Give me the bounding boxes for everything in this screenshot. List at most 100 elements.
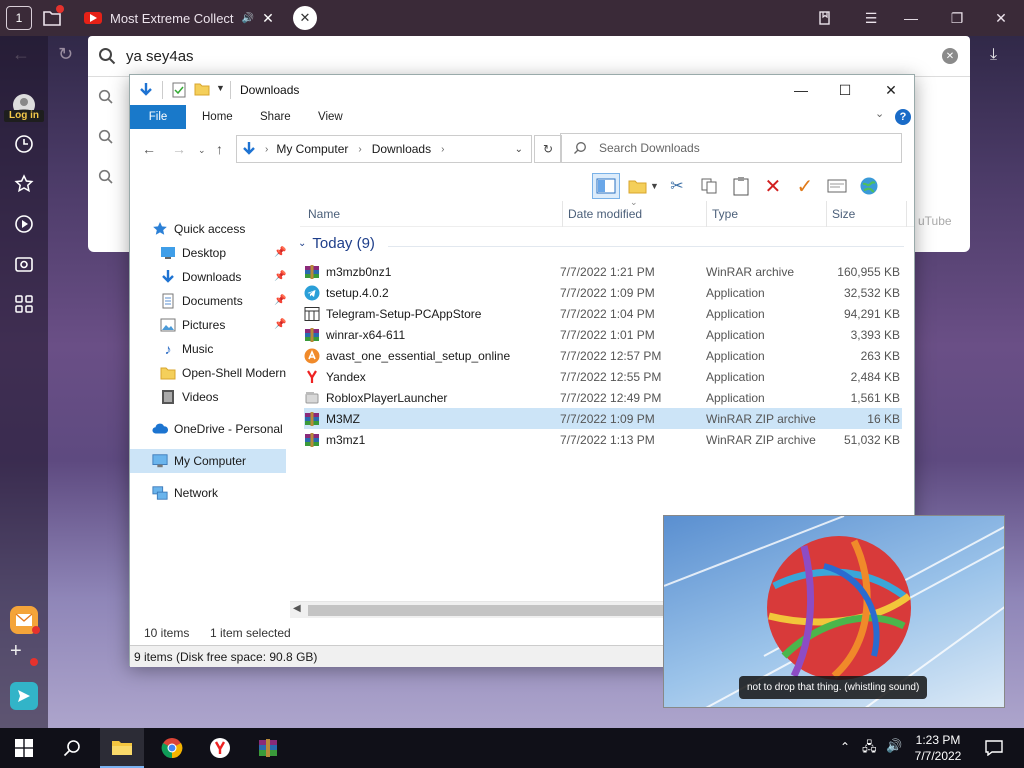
column-name[interactable]: Name [308, 207, 340, 221]
file-row[interactable]: winrar-x64-611 7/7/2022 1:01 PM Applicatio… [304, 324, 902, 345]
search-downloads-field[interactable]: Search Downloads [560, 133, 902, 163]
up-arrow-icon[interactable]: ↑ [216, 141, 223, 157]
add-panel-icon[interactable]: + [10, 640, 22, 663]
breadcrumb-downloads[interactable]: Downloads [372, 142, 431, 156]
nav-downloads[interactable]: Downloads [160, 265, 241, 289]
clear-search-icon[interactable]: ✕ [942, 48, 958, 64]
taskbar-yandex-icon[interactable] [198, 728, 242, 768]
explorer-maximize-icon[interactable]: ☐ [822, 75, 868, 105]
column-size[interactable]: Size [832, 207, 855, 221]
file-row[interactable]: m3mz1 7/7/2022 1:13 PM WinRAR ZIP archive 5… [304, 429, 902, 450]
explorer-title-bar[interactable]: ▼ Downloads — ☐ ✕ [130, 75, 914, 105]
explorer-minimize-icon[interactable]: — [778, 75, 824, 105]
address-input[interactable]: ya sey4as [126, 48, 942, 65]
nav-documents[interactable]: Documents [160, 289, 243, 313]
screenshot-camera-icon[interactable] [10, 250, 38, 278]
home-tab-button[interactable]: 1 [6, 6, 32, 30]
apps-grid-icon[interactable] [10, 290, 38, 318]
forward-arrow-icon[interactable]: → [172, 141, 186, 157]
file-row[interactable]: tsetup.4.0.2 7/7/2022 1:09 PM Application 3… [304, 282, 902, 303]
nav-videos[interactable]: Videos [160, 385, 218, 409]
file-row[interactable]: m3mzb0nz1 7/7/2022 1:21 PM WinRAR archive 1… [304, 261, 902, 282]
scrollbar-thumb[interactable] [308, 605, 664, 616]
chevron-up-icon[interactable]: ⌃ [840, 740, 850, 754]
address-bar[interactable]: ya sey4as ✕ [88, 36, 970, 76]
taskbar-clock[interactable]: 1:23 PM 7/7/2022 [908, 732, 968, 764]
address-history-dropdown-icon[interactable]: ⌄ [515, 144, 523, 155]
nav-pictures[interactable]: Pictures [160, 313, 225, 337]
file-row[interactable]: RobloxPlayerLauncher 7/7/2022 12:49 PM App… [304, 387, 902, 408]
rename-check-icon[interactable]: ✓ [791, 173, 819, 199]
preview-pane-icon[interactable] [592, 173, 620, 199]
network-tray-icon[interactable]: 🖧 [862, 738, 877, 760]
globe-network-icon[interactable] [855, 173, 883, 199]
recent-locations-icon[interactable]: ⌄ [198, 145, 206, 156]
breadcrumb-my-computer[interactable]: My Computer [276, 142, 348, 156]
help-icon[interactable]: ? [895, 109, 911, 125]
back-arrow-icon[interactable]: ← [142, 141, 156, 157]
column-date-modified[interactable]: Date modified [568, 207, 642, 221]
restore-icon[interactable]: ❐ [944, 6, 970, 30]
new-folder-icon[interactable] [194, 82, 210, 96]
delete-x-icon[interactable]: ✕ [759, 173, 787, 199]
nav-onedrive[interactable]: OneDrive - Personal [152, 417, 283, 441]
file-row[interactable]: Yandex 7/7/2022 12:55 PM Application 2,484 … [304, 366, 902, 387]
paste-icon[interactable] [727, 173, 755, 199]
new-folder-toolbar-icon[interactable] [624, 173, 652, 199]
copy-icon[interactable] [695, 173, 723, 199]
refresh-icon[interactable]: ↻ [534, 135, 562, 163]
bookmark-icon[interactable] [812, 6, 838, 30]
messenger-send-icon[interactable] [10, 682, 38, 710]
file-row[interactable]: M3MZ 7/7/2022 1:09 PM WinRAR ZIP archive 16… [304, 408, 902, 429]
picture-in-picture-video[interactable]: not to drop that thing. (whistling sound… [663, 515, 1005, 708]
taskbar-file-explorer-icon[interactable] [100, 728, 144, 768]
nav-network[interactable]: Network [152, 481, 218, 505]
scroll-left-icon[interactable]: ◀ [293, 603, 301, 614]
pin-icon[interactable]: 📌 [274, 247, 286, 258]
close-window-icon[interactable]: ✕ [988, 6, 1014, 30]
pin-icon[interactable]: 📌 [274, 295, 286, 306]
properties-icon[interactable] [823, 173, 851, 199]
group-header-today[interactable]: ⌄ Today (9) [298, 235, 375, 252]
taskbar-chrome-icon[interactable] [150, 728, 194, 768]
tab-share[interactable]: Share [244, 105, 307, 129]
file-row[interactable]: Telegram-Setup-PCAppStore 7/7/2022 1:04 P… [304, 303, 902, 324]
column-type[interactable]: Type [712, 207, 738, 221]
menu-icon[interactable]: ☰ [858, 6, 884, 30]
close-tab-icon[interactable]: ✕ [260, 10, 276, 27]
taskbar-winrar-icon[interactable] [246, 728, 290, 768]
pin-icon[interactable]: 📌 [274, 319, 286, 330]
minimize-icon[interactable]: — [898, 6, 924, 30]
nav-my-computer[interactable]: My Computer [152, 449, 246, 473]
notifications-icon[interactable] [972, 728, 1016, 768]
taskbar-search-icon[interactable] [50, 728, 94, 768]
new-folder-dropdown-icon[interactable]: ▼ [650, 181, 659, 191]
nav-quick-access[interactable]: Quick access [152, 217, 245, 241]
tab-home[interactable]: Home [186, 105, 249, 129]
ribbon-expand-icon[interactable]: ⌄ [875, 107, 884, 120]
pin-icon[interactable]: 📌 [274, 271, 286, 282]
download-icon[interactable]: ⤓ [990, 46, 997, 64]
tab-file[interactable]: File [130, 105, 186, 129]
windows-start-icon[interactable] [2, 728, 46, 768]
explorer-close-icon[interactable]: ✕ [868, 75, 914, 105]
properties-checkbox-icon[interactable] [172, 82, 186, 98]
volume-icon[interactable]: 🔊 [886, 738, 902, 754]
address-breadcrumb[interactable]: › My Computer › Downloads › ⌄ [236, 135, 532, 163]
star-icon[interactable] [10, 170, 38, 198]
tab-youtube[interactable]: Most Extreme Collect 🔊 ✕ [84, 5, 276, 31]
horizontal-scrollbar[interactable]: ◀ [290, 601, 664, 618]
tab-view[interactable]: View [302, 105, 359, 129]
speaker-icon[interactable]: 🔊 [242, 13, 254, 24]
close-circle-icon[interactable]: ✕ [293, 6, 317, 30]
nav-open-shell[interactable]: Open-Shell Modern [160, 361, 286, 385]
quick-access-down-arrow-icon[interactable] [138, 82, 154, 98]
nav-desktop[interactable]: Desktop [160, 241, 226, 265]
history-clock-icon[interactable] [10, 130, 38, 158]
mail-icon[interactable] [10, 606, 40, 634]
cut-scissors-icon[interactable]: ✂ [663, 173, 691, 199]
media-play-icon[interactable] [10, 210, 38, 238]
file-row[interactable]: avast_one_essential_setup_online 7/7/2022… [304, 345, 902, 366]
suggestion-youtube-label[interactable]: uTube [918, 214, 952, 228]
customize-toolbar-icon[interactable]: ▼ [216, 83, 225, 93]
